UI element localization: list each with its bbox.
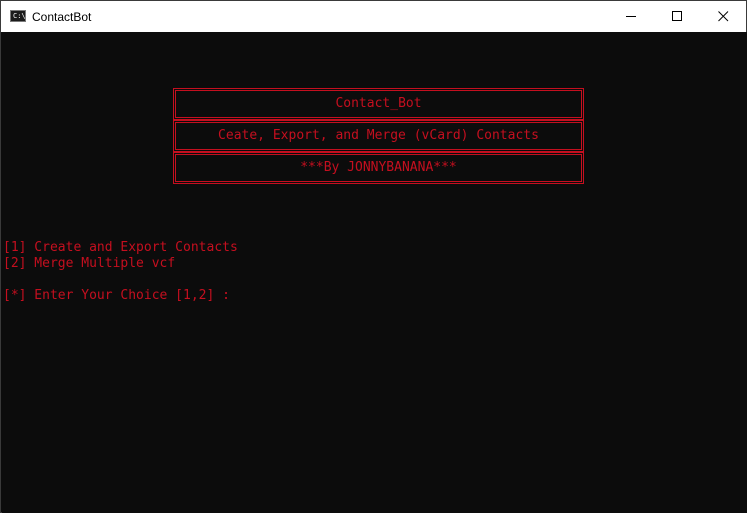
maximize-icon	[672, 11, 682, 21]
window-title: ContactBot	[32, 10, 92, 24]
menu-option-create-export: [1] Create and Export Contacts	[3, 240, 238, 255]
console-window: C:\ ContactBot Contact_Bot Ceate, Export…	[0, 0, 747, 513]
console-output[interactable]: Contact_Bot Ceate, Export, and Merge (vC…	[2, 32, 747, 513]
maximize-button[interactable]	[654, 1, 700, 32]
minimize-icon	[626, 16, 636, 17]
cmd-icon-glyph: C:\	[13, 12, 26, 20]
title-bar[interactable]: C:\ ContactBot	[1, 1, 746, 32]
banner-tagline: Ceate, Export, and Merge (vCard) Contact…	[173, 120, 584, 152]
choice-prompt[interactable]: [*] Enter Your Choice [1,2] :	[3, 288, 230, 304]
banner-title: Contact_Bot	[173, 88, 584, 120]
cmd-icon: C:\	[10, 10, 26, 22]
close-icon	[718, 11, 729, 22]
close-button[interactable]	[700, 1, 746, 32]
menu-option-merge-vcf: [2] Merge Multiple vcf	[3, 256, 176, 271]
minimize-button[interactable]	[608, 1, 654, 32]
banner-author: ***By JONNYBANANA***	[173, 152, 584, 184]
